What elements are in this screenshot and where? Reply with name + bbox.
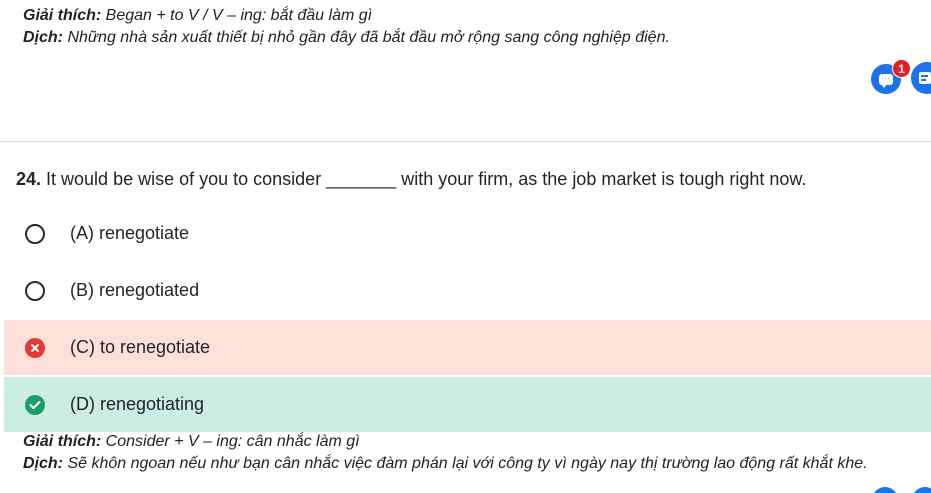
radio-icon[interactable] [25, 223, 45, 244]
bottom-form-button[interactable] [912, 487, 931, 493]
option-b[interactable]: (B) renegotiated [4, 263, 931, 318]
dich-text: Những nhà sản xuất thiết bị nhỏ gần đây … [63, 29, 670, 46]
question-text: 24. It would be wise of you to consider … [16, 168, 806, 190]
dich-line: Dịch: Sẽ khôn ngoan nếu như bạn cân nhắc… [23, 453, 868, 475]
dich-label: Dịch: [23, 455, 63, 472]
option-c[interactable]: (C) to renegotiate [4, 320, 931, 375]
dich-label: Dịch: [23, 29, 63, 46]
giai-thich-text: Consider + V – ing: cân nhắc làm gì [101, 433, 360, 450]
form-button[interactable] [911, 62, 931, 94]
quiz-page: Giải thích: Began + to V / V – ing: bắt … [0, 0, 931, 493]
question-number: 24. [16, 169, 42, 189]
form-icon [919, 72, 931, 84]
dich-text: Sẽ khôn ngoan nếu như bạn cân nhắc việc … [63, 455, 868, 472]
chat-bubble-icon: ··· [879, 73, 893, 88]
giai-thich-label: Giải thích: [23, 7, 102, 24]
option-b-label: (B) renegotiated [70, 280, 200, 300]
section-divider [0, 141, 931, 142]
x-glyph-icon [31, 343, 39, 352]
correct-check-icon [25, 394, 45, 415]
option-d-label: (D) renegotiating [70, 394, 205, 414]
previous-explanation: Giải thích: Began + to V / V – ing: bắt … [23, 5, 670, 49]
option-c-label: (C) to renegotiate [70, 337, 211, 357]
explanation: Giải thích: Consider + V – ing: cân nhắc… [23, 431, 868, 475]
radio-icon[interactable] [25, 280, 45, 301]
previous-giai-thich-line: Giải thích: Began + to V / V – ing: bắt … [23, 5, 670, 27]
giai-thich-label: Giải thích: [23, 433, 102, 450]
option-a[interactable]: (A) renegotiate [4, 206, 931, 261]
giai-thich-text: Began + to V / V – ing: bắt đầu làm gì [101, 7, 373, 24]
option-a-label: (A) renegotiate [70, 223, 190, 243]
previous-dich-line: Dịch: Những nhà sản xuất thiết bị nhỏ gầ… [23, 27, 670, 49]
bottom-chat-button[interactable] [872, 487, 898, 493]
option-d[interactable]: (D) renegotiating [4, 377, 931, 432]
check-glyph-icon [29, 400, 41, 409]
notification-badge: 1 [892, 59, 911, 78]
wrong-x-icon [25, 337, 45, 358]
question-body: It would be wise of you to consider ____… [41, 169, 807, 189]
giai-thich-line: Giải thích: Consider + V – ing: cân nhắc… [23, 431, 868, 453]
